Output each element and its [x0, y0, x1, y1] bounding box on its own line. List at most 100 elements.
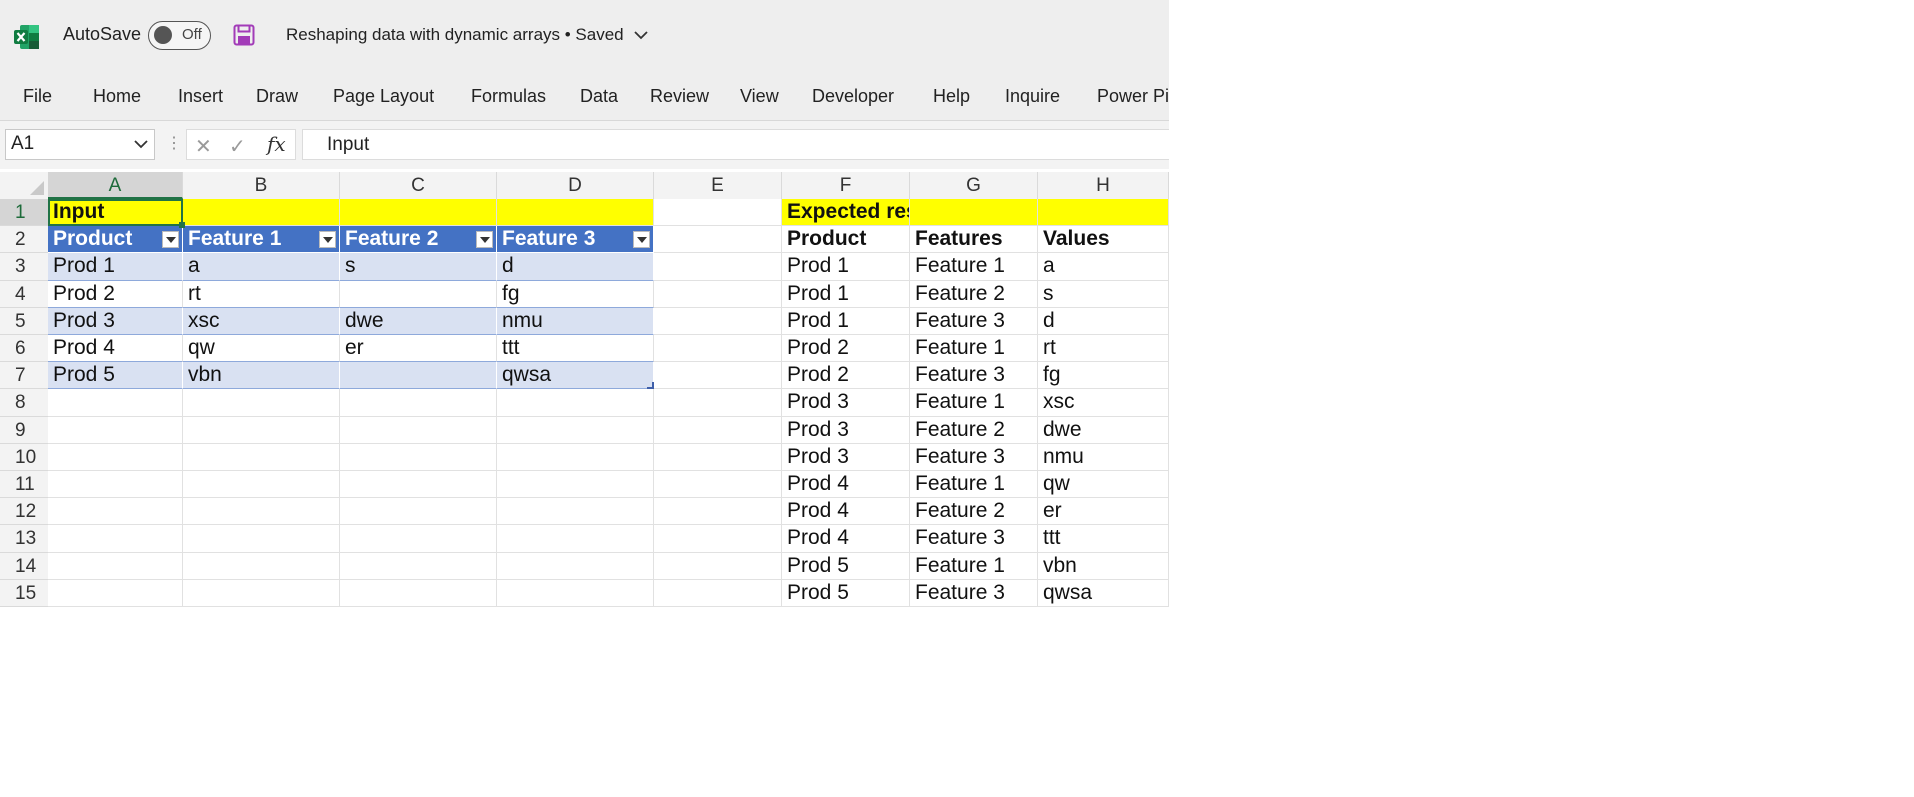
cell-e15[interactable]	[654, 579, 782, 607]
cell-a13[interactable]	[48, 525, 183, 553]
row-header-6[interactable]: 6	[0, 335, 48, 363]
cell-f15[interactable]: Prod 5	[782, 579, 910, 607]
cell-h15[interactable]: qwsa	[1038, 579, 1169, 607]
cell-c14[interactable]	[340, 552, 497, 580]
row-header-15[interactable]: 15	[0, 579, 48, 607]
cell-h12[interactable]: er	[1038, 498, 1169, 526]
cell-e14[interactable]	[654, 552, 782, 580]
cell-g1[interactable]	[910, 199, 1038, 227]
cell-a15[interactable]	[48, 579, 183, 607]
filter-dropdown-icon[interactable]	[319, 231, 336, 249]
cell-c7[interactable]	[340, 362, 497, 390]
cell-h14[interactable]: vbn	[1038, 552, 1169, 580]
save-icon[interactable]	[233, 24, 255, 46]
cell-a7[interactable]: Prod 5	[48, 362, 183, 390]
cell-c13[interactable]	[340, 525, 497, 553]
excel-icon[interactable]	[14, 24, 40, 50]
select-all-button[interactable]	[0, 172, 48, 199]
tab-insert[interactable]: Insert	[178, 86, 223, 107]
cell-d7[interactable]: qwsa	[497, 362, 654, 390]
tab-file[interactable]: File	[23, 86, 52, 107]
tab-draw[interactable]: Draw	[256, 86, 298, 107]
cell-b5[interactable]: xsc	[183, 307, 340, 335]
cell-c1[interactable]	[340, 199, 497, 227]
column-header-e[interactable]: E	[654, 172, 782, 199]
tab-help[interactable]: Help	[933, 86, 970, 107]
autosave-toggle[interactable]: Off	[148, 21, 211, 50]
row-header-7[interactable]: 7	[0, 362, 48, 390]
cell-g8[interactable]: Feature 1	[910, 389, 1038, 417]
cell-f9[interactable]: Prod 3	[782, 416, 910, 444]
cell-a4[interactable]: Prod 2	[48, 280, 183, 308]
name-box[interactable]: A1	[5, 129, 155, 160]
row-header-12[interactable]: 12	[0, 498, 48, 526]
cell-f3[interactable]: Prod 1	[782, 253, 910, 281]
cell-a3[interactable]: Prod 1	[48, 253, 183, 281]
cell-a6[interactable]: Prod 4	[48, 335, 183, 363]
cell-g9[interactable]: Feature 2	[910, 416, 1038, 444]
cell-f1[interactable]: Expected result	[782, 199, 910, 227]
cell-a10[interactable]	[48, 443, 183, 471]
row-header-13[interactable]: 13	[0, 525, 48, 553]
cell-g5[interactable]: Feature 3	[910, 307, 1038, 335]
cell-a1[interactable]: Input	[48, 199, 183, 227]
cell-e12[interactable]	[654, 498, 782, 526]
cell-g2[interactable]: Features	[910, 226, 1038, 254]
cell-b12[interactable]	[183, 498, 340, 526]
cell-e5[interactable]	[654, 307, 782, 335]
cell-g3[interactable]: Feature 1	[910, 253, 1038, 281]
cell-e2[interactable]	[654, 226, 782, 254]
cell-d10[interactable]	[497, 443, 654, 471]
cell-b9[interactable]	[183, 416, 340, 444]
cell-h8[interactable]: xsc	[1038, 389, 1169, 417]
cell-c10[interactable]	[340, 443, 497, 471]
cell-h9[interactable]: dwe	[1038, 416, 1169, 444]
filter-dropdown-icon[interactable]	[633, 231, 650, 249]
filter-dropdown-icon[interactable]	[476, 231, 493, 249]
tab-view[interactable]: View	[740, 86, 779, 107]
more-options-icon[interactable]: ⋮	[166, 133, 182, 153]
tab-review[interactable]: Review	[650, 86, 709, 107]
cell-b14[interactable]	[183, 552, 340, 580]
cell-h6[interactable]: rt	[1038, 335, 1169, 363]
cell-a14[interactable]	[48, 552, 183, 580]
column-header-c[interactable]: C	[340, 172, 497, 199]
cell-f13[interactable]: Prod 4	[782, 525, 910, 553]
cell-f8[interactable]: Prod 3	[782, 389, 910, 417]
cell-e8[interactable]	[654, 389, 782, 417]
cell-d3[interactable]: d	[497, 253, 654, 281]
cell-g14[interactable]: Feature 1	[910, 552, 1038, 580]
cell-b11[interactable]	[183, 471, 340, 499]
cell-d14[interactable]	[497, 552, 654, 580]
tab-formulas[interactable]: Formulas	[471, 86, 546, 107]
cell-c9[interactable]	[340, 416, 497, 444]
cell-c4[interactable]	[340, 280, 497, 308]
cell-c3[interactable]: s	[340, 253, 497, 281]
cell-a8[interactable]	[48, 389, 183, 417]
cell-h2[interactable]: Values	[1038, 226, 1169, 254]
cell-b7[interactable]: vbn	[183, 362, 340, 390]
cell-g7[interactable]: Feature 3	[910, 362, 1038, 390]
cell-f5[interactable]: Prod 1	[782, 307, 910, 335]
cell-d4[interactable]: fg	[497, 280, 654, 308]
cell-d13[interactable]	[497, 525, 654, 553]
document-title[interactable]: Reshaping data with dynamic arrays • Sav…	[286, 25, 649, 45]
cell-b2[interactable]: Feature 1	[183, 226, 340, 254]
cell-e11[interactable]	[654, 471, 782, 499]
cell-a5[interactable]: Prod 3	[48, 307, 183, 335]
cell-e9[interactable]	[654, 416, 782, 444]
cell-g15[interactable]: Feature 3	[910, 579, 1038, 607]
cell-h7[interactable]: fg	[1038, 362, 1169, 390]
cell-g13[interactable]: Feature 3	[910, 525, 1038, 553]
cell-f6[interactable]: Prod 2	[782, 335, 910, 363]
cell-c2[interactable]: Feature 2	[340, 226, 497, 254]
cell-e1[interactable]	[654, 199, 782, 227]
cell-h1[interactable]	[1038, 199, 1169, 227]
cell-e7[interactable]	[654, 362, 782, 390]
cell-g12[interactable]: Feature 2	[910, 498, 1038, 526]
cell-b8[interactable]	[183, 389, 340, 417]
row-header-8[interactable]: 8	[0, 389, 48, 417]
cell-h4[interactable]: s	[1038, 280, 1169, 308]
cell-c8[interactable]	[340, 389, 497, 417]
row-header-4[interactable]: 4	[0, 280, 48, 308]
